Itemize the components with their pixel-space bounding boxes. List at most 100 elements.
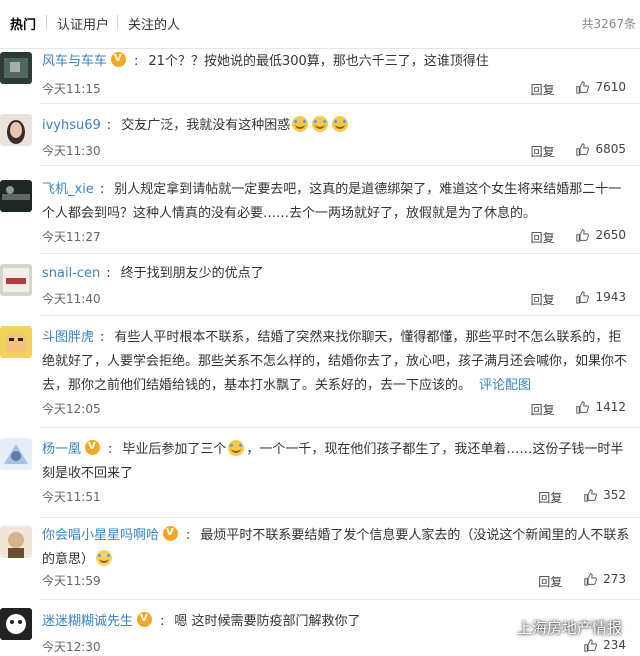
comment-time: 今天12:05 [42,402,101,416]
colon: : [186,528,191,543]
username[interactable]: snail-cen [42,266,100,281]
like-count: 7610 [595,80,626,94]
thumbs-up-icon [584,638,597,652]
laughing-emoji-icon [312,116,329,132]
comment-text: 毕业后参加了三个 [122,442,227,457]
like-count: 273 [603,572,626,586]
comment-item: 杨一凰:毕业后参加了三个，一个一千，现在他们孩子都生了，我还单着……这份子钱一时… [0,428,640,518]
tab-hot[interactable]: 热门 [10,14,36,33]
emoji-icon [96,550,113,566]
like-button[interactable]: 273 [584,572,626,586]
like-count: 2650 [595,228,626,242]
watermark: 上海房地产情报 [483,616,622,638]
comment-time: 今天11:30 [42,144,101,158]
comment-time: 今天11:27 [42,230,101,244]
colon: : [106,266,111,281]
tab-following[interactable]: 关注的人 [128,14,180,33]
like-button[interactable]: 2650 [576,228,626,242]
username[interactable]: 斗图胖虎 [42,330,94,345]
colon: : [99,182,105,197]
username[interactable]: 迷迷糊糊诚先生 [42,614,133,629]
verified-badge-icon [111,47,127,71]
username[interactable]: 飞机_xie [42,182,94,197]
comment-item: 飞机_xie: 别人规定拿到请帖就一定要去吧，这真的是道德绑架了，难道这个女生将来… [0,166,640,254]
reply-button[interactable]: 回复 [531,403,555,417]
tab-verified-users[interactable]: 认证用户 [57,14,109,33]
comment-actions: 回复 1943 [531,290,626,308]
thumbs-up-icon [584,572,597,586]
comment-item: 风车与车车:21个？？按她说的最低300算，那也六千三了，这谁顶得住 今天11:… [0,47,640,104]
verified-badge-icon [137,607,153,631]
comment-text: 有些人平时根本不联系，结婚了突然来找你聊天，懂得都懂，那些平时不怎么联系的，拒绝… [42,330,628,393]
avatar[interactable] [0,264,32,296]
comment-actions: 回复 352 [538,488,626,506]
colon: : [100,330,105,345]
avatar[interactable] [0,326,32,358]
comment-actions: 234 [584,638,626,655]
like-button[interactable]: 7610 [576,80,626,94]
comment-image-link[interactable]: 评论配图 [479,378,531,393]
tab-divider [46,15,47,29]
reply-button[interactable]: 回复 [531,293,555,307]
comment-item: snail-cen: 终于找到朋友少的优点了 今天11:40 回复 1943 [0,254,640,316]
avatar[interactable] [0,52,32,84]
like-count: 1412 [595,400,626,414]
comment-actions: 回复 273 [538,572,626,590]
like-button[interactable]: 234 [584,638,626,652]
reply-button[interactable]: 回复 [538,491,562,505]
comment-text: 终于找到朋友少的优点了 [120,266,264,281]
comment-text: 交友广泛，我就没有这种困惑 [121,118,291,133]
like-button[interactable]: 352 [584,488,626,502]
avatar[interactable] [0,608,32,640]
username[interactable]: ivyhsu69 [42,118,101,133]
wechat-icon [483,617,508,637]
like-button[interactable]: 1412 [576,400,626,414]
comment-text: 别人规定拿到请帖就一定要去吧，这真的是道德绑架了，难道这个女生将来结婚那二十一个… [42,182,622,221]
reply-button[interactable]: 回复 [531,83,555,97]
like-button[interactable]: 6805 [576,142,626,156]
verified-badge-icon [85,435,101,459]
thumbs-up-icon [584,488,597,502]
reply-button[interactable]: 回复 [531,145,555,159]
verified-badge-icon [163,521,179,545]
avatar[interactable] [0,114,32,146]
laughing-emoji-icon [292,116,309,132]
thumbs-up-icon [576,80,590,94]
like-count: 1943 [595,290,626,304]
avatar[interactable] [0,180,32,212]
thumbs-up-icon [576,142,590,156]
comment-item: 斗图胖虎: 有些人平时根本不联系，结婚了突然来找你聊天，懂得都懂，那些平时不怎么联… [0,316,640,428]
avatar[interactable] [0,438,32,470]
laughing-emoji-icon [332,116,349,132]
comment-time: 今天12:30 [42,640,101,654]
comment-time: 今天11:40 [42,292,101,306]
reply-button[interactable]: 回复 [531,231,555,245]
comment-text: 嗯 这时候需要防疫部门解救你了 [174,614,361,629]
comment-actions: 回复 1412 [531,400,626,418]
username[interactable]: 你会唱小星星吗啊哈 [42,528,159,543]
comment-time: 今天11:15 [42,82,101,96]
comment-time: 今天11:51 [42,490,101,504]
like-count: 6805 [595,142,626,156]
comment-actions: 回复 2650 [531,228,626,246]
comment-actions: 回复 6805 [531,142,626,160]
reply-button[interactable]: 回复 [538,575,562,589]
thumbs-up-icon [576,400,590,414]
watermark-text: 上海房地产情报 [516,618,622,637]
comment-tabs: 热门 认证用户 关注的人 共3267条 [0,0,640,49]
avatar[interactable] [0,526,32,558]
comment-item: 你会唱小星星吗啊哈:最烦平时不联系要结婚了发个信息要人家去的（没说这个新闻里的人… [0,518,640,600]
comment-actions: 回复 7610 [531,80,626,98]
colon: : [134,54,139,69]
comment-item: ivyhsu69: 交友广泛，我就没有这种困惑 今天11:30 回复 6805 [0,104,640,166]
comment-time: 今天11:59 [42,574,101,588]
laughing-emoji-icon [228,440,245,456]
tab-divider [117,15,118,29]
colon: : [108,442,113,457]
colon: : [106,118,112,133]
username[interactable]: 杨一凰 [42,442,81,457]
colon: : [160,614,165,629]
like-button[interactable]: 1943 [576,290,626,304]
comment-total-count: 共3267条 [581,17,636,31]
username[interactable]: 风车与车车 [42,54,107,69]
